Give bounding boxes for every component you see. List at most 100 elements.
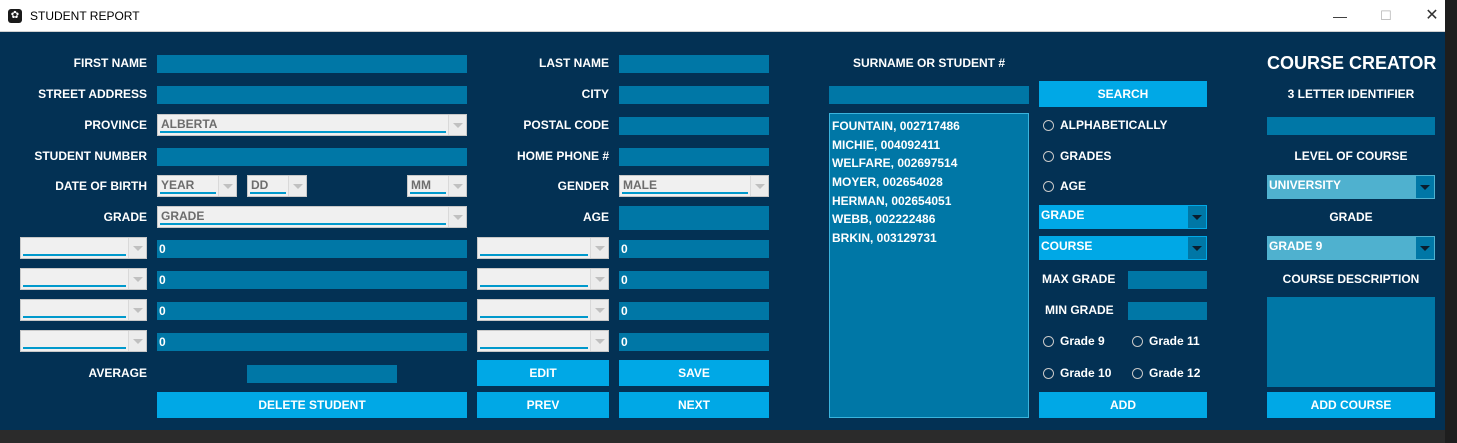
course-select-2[interactable] <box>20 268 147 290</box>
sort-grades-radio[interactable]: GRADES <box>1043 149 1111 163</box>
age-label: AGE <box>582 210 609 224</box>
list-item[interactable]: BRKIN, 003129731 <box>832 229 1026 248</box>
chevron-down-icon[interactable] <box>448 115 466 135</box>
course-filter-value: COURSE <box>1041 239 1093 253</box>
list-item[interactable]: HERMAN, 002654051 <box>832 192 1026 211</box>
title-bar: ✿ STUDENT REPORT — ☐ ✕ <box>0 0 1445 32</box>
last-name-field[interactable] <box>619 55 769 73</box>
course-select-4[interactable] <box>20 330 147 352</box>
background-strip-right <box>1445 0 1457 443</box>
radio-icon[interactable] <box>1132 336 1143 347</box>
list-item[interactable]: WEBB, 002222486 <box>832 210 1026 229</box>
max-grade-field[interactable] <box>1128 271 1207 289</box>
grade-select[interactable]: GRADE <box>157 206 467 228</box>
radio-icon[interactable] <box>1043 151 1054 162</box>
radio-icon[interactable] <box>1043 368 1054 379</box>
province-select[interactable]: ALBERTA <box>157 114 467 136</box>
course-filter-select[interactable]: COURSE <box>1039 236 1207 260</box>
radio-icon[interactable] <box>1043 120 1054 131</box>
street-address-field[interactable] <box>157 86 467 104</box>
gender-select[interactable]: MALE <box>619 175 769 197</box>
radio-icon[interactable] <box>1043 181 1054 192</box>
age-field[interactable] <box>619 206 769 230</box>
chevron-down-icon[interactable] <box>1416 176 1434 198</box>
course-mark-field-7[interactable]: 0 <box>619 302 769 320</box>
course-grade-select[interactable]: GRADE 9 <box>1267 236 1435 260</box>
next-button[interactable]: NEXT <box>619 392 769 418</box>
course-mark-field-5[interactable]: 0 <box>619 240 769 258</box>
street-address-label: STREET ADDRESS <box>38 87 147 101</box>
dob-year-select[interactable]: YEAR <box>157 175 237 197</box>
course-select-6[interactable] <box>477 268 609 290</box>
grade-9-option[interactable]: Grade 9 <box>1043 334 1105 348</box>
dob-month-value: MM <box>410 178 446 194</box>
radio-icon[interactable] <box>1043 336 1054 347</box>
student-number-field[interactable] <box>157 148 467 166</box>
chevron-down-icon[interactable] <box>128 300 146 320</box>
list-item[interactable]: MOYER, 002654028 <box>832 173 1026 192</box>
chevron-down-icon[interactable] <box>448 176 466 196</box>
edit-button[interactable]: EDIT <box>477 360 609 386</box>
delete-student-button[interactable]: DELETE STUDENT <box>157 392 467 418</box>
course-select-3[interactable] <box>20 299 147 321</box>
level-of-course-select[interactable]: UNIVERSITY <box>1267 175 1435 199</box>
add-course-button[interactable]: ADD COURSE <box>1267 392 1435 418</box>
chevron-down-icon[interactable] <box>288 176 306 196</box>
identifier-field[interactable] <box>1267 117 1435 135</box>
grade-11-option[interactable]: Grade 11 <box>1132 334 1200 348</box>
chevron-down-icon[interactable] <box>590 269 608 289</box>
maximize-button[interactable]: ☐ <box>1363 0 1409 32</box>
dob-day-select[interactable]: DD <box>247 175 307 197</box>
chevron-down-icon[interactable] <box>128 238 146 258</box>
course-select-1[interactable] <box>20 237 147 259</box>
min-grade-field[interactable] <box>1128 302 1207 320</box>
course-mark-field-4[interactable]: 0 <box>157 333 467 351</box>
course-description-field[interactable] <box>1267 297 1435 387</box>
chevron-down-icon[interactable] <box>218 176 236 196</box>
course-select-8[interactable] <box>477 330 609 352</box>
chevron-down-icon[interactable] <box>590 300 608 320</box>
grade-12-option[interactable]: Grade 12 <box>1132 366 1200 380</box>
radio-icon[interactable] <box>1132 368 1143 379</box>
add-button[interactable]: ADD <box>1039 392 1207 418</box>
average-field[interactable] <box>247 365 397 383</box>
save-button[interactable]: SAVE <box>619 360 769 386</box>
chevron-down-icon[interactable] <box>1416 237 1434 259</box>
gender-value: MALE <box>622 178 748 194</box>
home-phone-field[interactable] <box>619 148 769 166</box>
course-select-7[interactable] <box>477 299 609 321</box>
search-input[interactable] <box>829 86 1029 104</box>
grade-10-option[interactable]: Grade 10 <box>1043 366 1111 380</box>
search-button[interactable]: SEARCH <box>1039 81 1207 107</box>
city-field[interactable] <box>619 86 769 104</box>
prev-button[interactable]: PREV <box>477 392 609 418</box>
chevron-down-icon[interactable] <box>750 176 768 196</box>
minimize-button[interactable]: — <box>1317 0 1363 32</box>
course-mark-field-1[interactable]: 0 <box>157 240 467 258</box>
course-creator-title: COURSE CREATOR <box>1267 53 1437 73</box>
course-select-5[interactable] <box>477 237 609 259</box>
course-mark-field-2[interactable]: 0 <box>157 271 467 289</box>
chevron-down-icon[interactable] <box>1188 206 1206 228</box>
list-item[interactable]: MICHIE, 004092411 <box>832 136 1026 155</box>
grade-filter-select[interactable]: GRADE <box>1039 205 1207 229</box>
chevron-down-icon[interactable] <box>128 331 146 351</box>
list-item[interactable]: FOUNTAIN, 002717486 <box>832 117 1026 136</box>
chevron-down-icon[interactable] <box>1188 237 1206 259</box>
chevron-down-icon[interactable] <box>448 207 466 227</box>
course-mark-field-3[interactable]: 0 <box>157 302 467 320</box>
list-item[interactable]: WELFARE, 002697514 <box>832 154 1026 173</box>
sort-age-radio[interactable]: AGE <box>1043 179 1086 193</box>
search-results-list[interactable]: FOUNTAIN, 002717486 MICHIE, 004092411 WE… <box>829 113 1029 418</box>
chevron-down-icon[interactable] <box>590 238 608 258</box>
sort-alphabetically-radio[interactable]: ALPHABETICALLY <box>1043 118 1168 132</box>
province-value: ALBERTA <box>160 117 446 133</box>
chevron-down-icon[interactable] <box>128 269 146 289</box>
chevron-down-icon[interactable] <box>590 331 608 351</box>
app-icon: ✿ <box>8 9 22 23</box>
first-name-field[interactable] <box>157 55 467 73</box>
course-mark-field-6[interactable]: 0 <box>619 271 769 289</box>
postal-code-field[interactable] <box>619 117 769 135</box>
dob-month-select[interactable]: MM <box>407 175 467 197</box>
course-mark-field-8[interactable]: 0 <box>619 333 769 351</box>
